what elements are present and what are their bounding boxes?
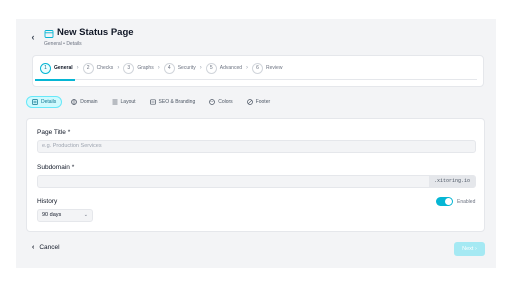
chevron-right-icon: › bbox=[157, 65, 160, 71]
tab-label: SEO & Branding bbox=[158, 99, 196, 105]
step-review[interactable]: 6 Review bbox=[249, 61, 285, 75]
step-advanced[interactable]: 5 Advanced bbox=[203, 61, 245, 75]
wizard-progress-fill bbox=[35, 78, 75, 81]
tab-details[interactable]: Details bbox=[26, 96, 63, 108]
step-label: General bbox=[54, 65, 73, 71]
globe-icon bbox=[71, 99, 78, 105]
step-label: Advanced bbox=[219, 65, 243, 71]
chevron-left-icon: ‹ bbox=[32, 244, 35, 251]
step-number: 4 bbox=[163, 62, 175, 74]
tab-layout[interactable]: Layout bbox=[107, 96, 141, 108]
breadcrumb: General • Details bbox=[44, 41, 82, 47]
step-number: 3 bbox=[123, 62, 135, 74]
step-label: Review bbox=[266, 65, 283, 71]
wizard-progress-track bbox=[35, 78, 477, 81]
chevron-right-icon: › bbox=[199, 65, 202, 71]
step-number: 2 bbox=[82, 62, 94, 74]
page-canvas: ‹ New Status Page General • Details 1 Ge… bbox=[16, 19, 496, 268]
history-value: 90 days bbox=[42, 212, 62, 218]
history-enabled-toggle[interactable] bbox=[436, 197, 453, 206]
chevron-right-icon: › bbox=[246, 65, 249, 71]
page-header: ‹ New Status Page General • Details bbox=[28, 27, 134, 47]
tab-label: Colors bbox=[218, 99, 233, 105]
tab-colors[interactable]: Colors bbox=[204, 96, 237, 108]
step-checks[interactable]: 2 Checks bbox=[80, 61, 117, 75]
page-title-input[interactable]: e.g. Production Services bbox=[37, 140, 476, 153]
back-button[interactable]: ‹ bbox=[28, 32, 38, 42]
page-title: New Status Page bbox=[57, 27, 134, 38]
status-page-icon bbox=[44, 30, 54, 38]
step-label: Graphs bbox=[137, 65, 154, 71]
toggle-knob bbox=[445, 198, 452, 205]
tab-label: Layout bbox=[120, 99, 136, 105]
history-select[interactable]: 90 days ⌄ bbox=[37, 209, 93, 222]
tab-footer[interactable]: Footer bbox=[242, 96, 275, 108]
step-security[interactable]: 4 Security bbox=[161, 61, 199, 75]
step-number: 1 bbox=[40, 62, 51, 74]
step-general[interactable]: 1 General bbox=[37, 61, 76, 75]
subdomain-input[interactable]: .xitoring.io bbox=[37, 175, 476, 188]
step-label: Checks bbox=[96, 65, 114, 71]
tab-label: Footer bbox=[255, 99, 271, 105]
step-label: Security bbox=[177, 65, 196, 71]
step-number: 6 bbox=[252, 62, 264, 74]
tab-seo-branding[interactable]: SEO & Branding bbox=[145, 96, 201, 108]
chevron-right-icon: › bbox=[117, 65, 120, 71]
tab-label: Domain bbox=[80, 99, 98, 105]
step-graphs[interactable]: 3 Graphs bbox=[120, 61, 156, 75]
details-icon bbox=[32, 99, 38, 105]
tab-domain[interactable]: Domain bbox=[66, 96, 102, 108]
next-button[interactable]: Next › bbox=[454, 242, 485, 256]
tab-label: Details bbox=[41, 99, 57, 105]
chevron-down-icon: ⌄ bbox=[83, 212, 88, 218]
history-label: History bbox=[37, 198, 58, 205]
layout-icon bbox=[112, 99, 118, 105]
cancel-label: Cancel bbox=[39, 244, 60, 251]
chevron-right-icon: › bbox=[76, 65, 79, 71]
subdomain-suffix: .xitoring.io bbox=[428, 175, 475, 188]
details-form: Page Title * e.g. Production Services Su… bbox=[26, 118, 485, 232]
subdomain-label: Subdomain * bbox=[37, 164, 75, 171]
page-title-label: Page Title * bbox=[37, 129, 71, 136]
enabled-label: Enabled bbox=[457, 199, 476, 205]
section-tabs: Details Domain Layout SEO & Branding Col… bbox=[26, 96, 279, 108]
wizard-stepper: 1 General › 2 Checks › 3 Graphs › 4 Secu… bbox=[32, 55, 484, 87]
step-number: 5 bbox=[205, 62, 217, 74]
seo-icon bbox=[149, 99, 156, 105]
footer-icon bbox=[246, 99, 253, 105]
palette-icon bbox=[209, 99, 216, 105]
cancel-button[interactable]: ‹ Cancel bbox=[32, 244, 60, 251]
